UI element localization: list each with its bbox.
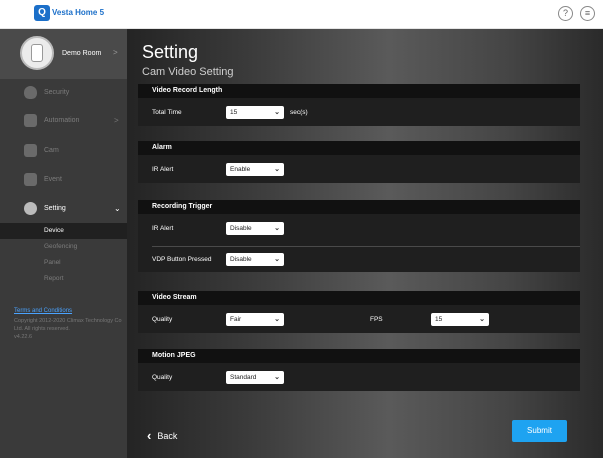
vdp-button-select[interactable]: Disable ⌄: [226, 253, 284, 266]
select-value: Disable: [230, 225, 252, 232]
chevron-down-icon: ⌄: [274, 256, 280, 263]
total-time-select[interactable]: 15 ⌄: [226, 106, 284, 119]
panel-header: Recording Trigger: [138, 200, 580, 214]
chevron-down-icon: ⌄: [274, 225, 280, 232]
panel-title: Video Stream: [152, 294, 197, 301]
chevron-right-icon: >: [114, 116, 119, 125]
chevron-down-icon: ⌄: [274, 374, 280, 381]
quality-label: Quality: [152, 374, 173, 381]
back-button[interactable]: ‹ Back: [147, 427, 178, 443]
mjpeg-quality-select[interactable]: Standard ⌄: [226, 371, 284, 384]
automation-icon: [24, 114, 37, 127]
footer-info: Copyright 2012-2020 Climax Technology Co…: [14, 317, 124, 341]
subitem-label: Report: [44, 275, 64, 282]
quality-label: Quality: [152, 316, 173, 323]
panel-header: Motion JPEG: [138, 349, 580, 363]
panel-header: Video Record Length: [138, 84, 580, 98]
event-icon: [24, 173, 37, 186]
device-icon: [31, 44, 43, 62]
sidebar-item-label: Setting: [44, 205, 66, 212]
select-value: Disable: [230, 256, 252, 263]
stream-quality-select[interactable]: Fair ⌄: [226, 313, 284, 326]
vdp-button-label: VDP Button Pressed: [152, 256, 212, 263]
ir-alert-label: IR Alert: [152, 166, 174, 173]
subitem-label: Panel: [44, 259, 61, 266]
subitem-label: Geofencing: [44, 243, 78, 250]
sidebar-item-label: Automation: [44, 117, 80, 124]
total-time-label: Total Time: [152, 109, 182, 116]
sidebar-subitem-panel[interactable]: Panel: [0, 255, 127, 271]
back-label: Back: [157, 431, 178, 441]
sidebar-item-event[interactable]: Event: [0, 166, 127, 194]
alarm-panel: Alarm IR Alert Enable ⌄: [138, 141, 580, 183]
select-value: 15: [435, 316, 443, 323]
panel-header: Alarm: [138, 141, 580, 155]
chevron-down-icon: ⌄: [479, 316, 485, 323]
sidebar-item-cam[interactable]: Cam: [0, 137, 127, 165]
sidebar-item-label: Cam: [44, 147, 59, 154]
panel-title: Video Record Length: [152, 87, 223, 94]
video-record-panel: Video Record Length Total Time 15 ⌄ sec(s…: [138, 84, 580, 126]
menu-icon[interactable]: ≡: [580, 6, 595, 21]
fps-label: FPS: [370, 316, 383, 323]
sidebar-subitem-report[interactable]: Report: [0, 271, 127, 287]
trigger-ir-alert-select[interactable]: Disable ⌄: [226, 222, 284, 235]
chevron-down-icon: ⌄: [274, 316, 280, 323]
chevron-left-icon: ‹: [147, 428, 152, 443]
submit-button[interactable]: Submit: [512, 420, 567, 442]
chevron-down-icon: ⌄: [274, 109, 280, 116]
sidebar: Demo Room > Security Automation > Cam Ev…: [0, 29, 127, 458]
select-value: Fair: [230, 316, 242, 323]
select-value: Enable: [230, 166, 251, 173]
total-time-unit: sec(s): [290, 109, 308, 116]
camera-icon: [24, 144, 37, 157]
ir-alert-label: IR Alert: [152, 225, 174, 232]
app-title[interactable]: Vesta Home 5: [52, 8, 104, 17]
sidebar-item-automation[interactable]: Automation >: [0, 107, 127, 135]
version-text: v4.22.6: [14, 334, 33, 340]
chevron-right-icon: >: [113, 48, 118, 57]
sidebar-item-label: Event: [44, 176, 62, 183]
panel-title: Recording Trigger: [152, 203, 213, 210]
panel-title: Motion JPEG: [152, 352, 196, 359]
motion-jpeg-panel: Motion JPEG Quality Standard ⌄: [138, 349, 580, 391]
terms-link[interactable]: Terms and Conditions: [14, 308, 72, 314]
page-title: Setting: [142, 42, 199, 62]
gear-icon: [24, 202, 37, 215]
copyright-text: Copyright 2012-2020 Climax Technology Co…: [14, 318, 122, 332]
page-subtitle: Cam Video Setting: [142, 66, 234, 78]
chevron-down-icon: ⌄: [114, 204, 121, 213]
divider: [152, 246, 580, 247]
sidebar-item-security[interactable]: Security: [0, 79, 127, 107]
panel-title: Alarm: [152, 144, 172, 151]
sidebar-subitem-device[interactable]: Device: [0, 223, 127, 239]
sidebar-item-label: Security: [44, 89, 70, 96]
main-content: Setting Cam Video Setting Video Record L…: [127, 29, 603, 458]
panel-header: Video Stream: [138, 291, 580, 305]
recording-trigger-panel: Recording Trigger IR Alert Disable ⌄ VDP …: [138, 200, 580, 272]
fps-select[interactable]: 15 ⌄: [431, 313, 489, 326]
sidebar-subitem-geofencing[interactable]: Geofencing: [0, 239, 127, 255]
alarm-ir-alert-select[interactable]: Enable ⌄: [226, 163, 284, 176]
room-profile[interactable]: Demo Room >: [0, 29, 127, 79]
avatar: [20, 36, 54, 70]
room-name: Demo Room: [62, 50, 102, 57]
select-value: Standard: [230, 374, 257, 381]
app-logo-icon: Q: [34, 5, 50, 21]
help-icon[interactable]: ?: [558, 6, 573, 21]
top-bar: Q Vesta Home 5 ? ≡: [0, 0, 603, 29]
shield-icon: [24, 86, 37, 99]
select-value: 15: [230, 109, 238, 116]
video-stream-panel: Video Stream Quality Fair ⌄ FPS 15 ⌄: [138, 291, 580, 333]
subitem-label: Device: [44, 227, 64, 234]
chevron-down-icon: ⌄: [274, 166, 280, 173]
sidebar-item-setting[interactable]: Setting ⌄: [0, 195, 127, 223]
